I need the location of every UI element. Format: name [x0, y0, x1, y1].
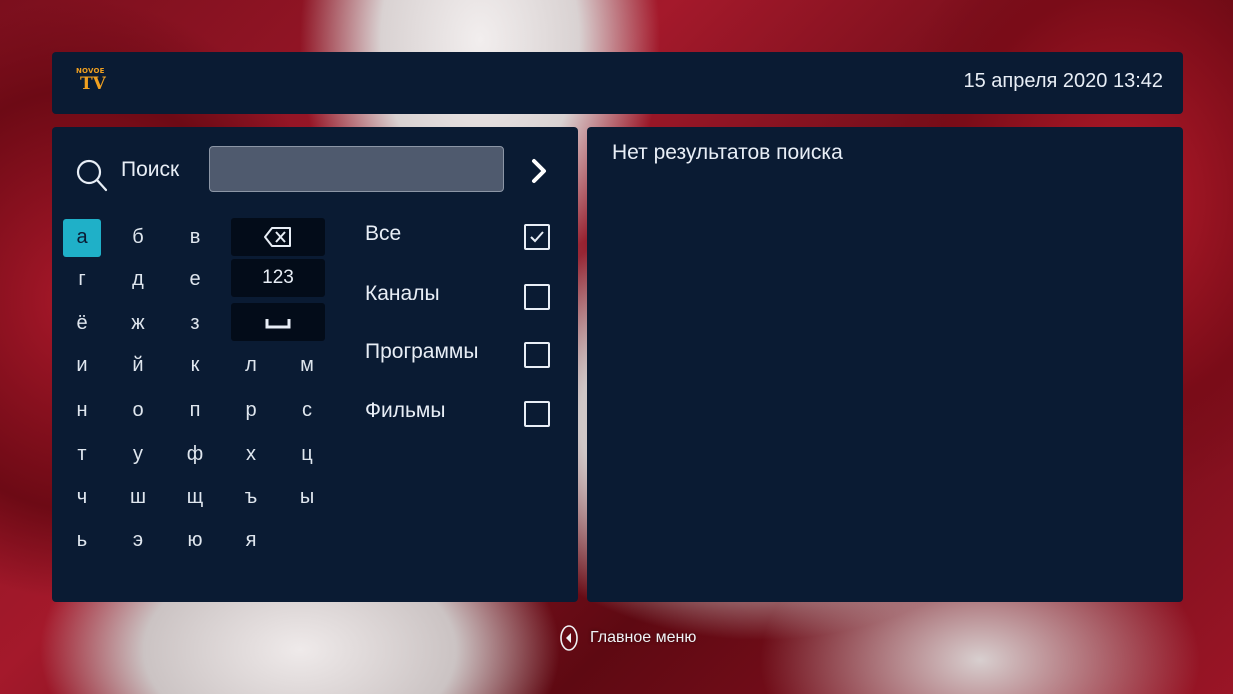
filter-label: Фильмы	[365, 399, 446, 422]
keyboard-key[interactable]: э	[119, 522, 157, 560]
keyboard-key[interactable]: в	[176, 219, 214, 257]
keyboard-key[interactable]: ж	[119, 305, 157, 343]
footer-hint: Главное меню	[558, 624, 696, 652]
keyboard-key[interactable]: т	[63, 436, 101, 474]
keyboard-key[interactable]: у	[119, 436, 157, 474]
date-time: 15 апреля 2020 13:42	[963, 70, 1164, 92]
keyboard-key[interactable]: ч	[63, 479, 101, 517]
back-button-icon[interactable]	[558, 624, 580, 652]
numbers-key[interactable]: 123	[231, 259, 325, 297]
backspace-key[interactable]	[231, 218, 325, 256]
keyboard-key[interactable]: х	[232, 436, 270, 474]
keyboard-key[interactable]: ё	[63, 305, 101, 343]
keyboard-key[interactable]: й	[119, 347, 157, 385]
search-input[interactable]	[209, 146, 504, 192]
space-bar-icon	[265, 319, 291, 329]
keyboard-key[interactable]: д	[119, 261, 157, 299]
keyboard-key[interactable]: и	[63, 347, 101, 385]
keyboard-key[interactable]: п	[176, 392, 214, 430]
filter-checkbox[interactable]	[524, 224, 550, 250]
keyboard-key[interactable]: ы	[288, 479, 326, 517]
keyboard-key[interactable]: ш	[119, 479, 157, 517]
keyboard-key[interactable]: г	[63, 261, 101, 299]
search-panel: Поиск абвгдеёжзийклмнопрстуфхцчшщъыьэюя …	[52, 127, 578, 602]
checkmark-icon	[530, 231, 544, 243]
chevron-right-icon[interactable]	[530, 158, 548, 184]
keyboard-key[interactable]: о	[119, 392, 157, 430]
keyboard-key[interactable]: щ	[176, 479, 214, 517]
keyboard-key[interactable]: с	[288, 392, 326, 430]
keyboard-key[interactable]: б	[119, 219, 157, 257]
keyboard-key[interactable]: ъ	[232, 479, 270, 517]
keyboard-key[interactable]: л	[232, 347, 270, 385]
keyboard-key[interactable]: к	[176, 347, 214, 385]
keyboard-key[interactable]: н	[63, 392, 101, 430]
keyboard-key[interactable]: е	[176, 261, 214, 299]
keyboard-key[interactable]: я	[232, 522, 270, 560]
no-results-message: Нет результатов поиска	[612, 141, 843, 164]
novoe-tv-logo: NOVOE TV	[76, 67, 110, 97]
backspace-icon	[264, 227, 291, 247]
filter-label: Все	[365, 222, 402, 245]
numbers-key-label: 123	[262, 267, 294, 288]
keyboard-key[interactable]: з	[176, 305, 214, 343]
results-panel: Нет результатов поиска	[587, 127, 1183, 602]
search-icon	[76, 159, 108, 192]
space-key[interactable]	[231, 303, 325, 341]
search-label: Поиск	[121, 158, 180, 181]
keyboard-key[interactable]: ь	[63, 522, 101, 560]
keyboard-key[interactable]: р	[232, 392, 270, 430]
logo-tv-text: TV	[80, 74, 106, 94]
keyboard-key[interactable]: ф	[176, 436, 214, 474]
keyboard-key[interactable]: м	[288, 347, 326, 385]
filter-checkbox[interactable]	[524, 284, 550, 310]
filter-checkbox[interactable]	[524, 342, 550, 368]
keyboard-key[interactable]: ю	[176, 522, 214, 560]
top-bar: NOVOE TV 15 апреля 2020 13:42	[52, 52, 1183, 114]
filter-label: Каналы	[365, 282, 440, 305]
keyboard-key[interactable]: ц	[288, 436, 326, 474]
keyboard-key[interactable]: а	[63, 219, 101, 257]
main-menu-label: Главное меню	[590, 629, 697, 646]
filter-checkbox[interactable]	[524, 401, 550, 427]
filter-label: Программы	[365, 340, 479, 363]
